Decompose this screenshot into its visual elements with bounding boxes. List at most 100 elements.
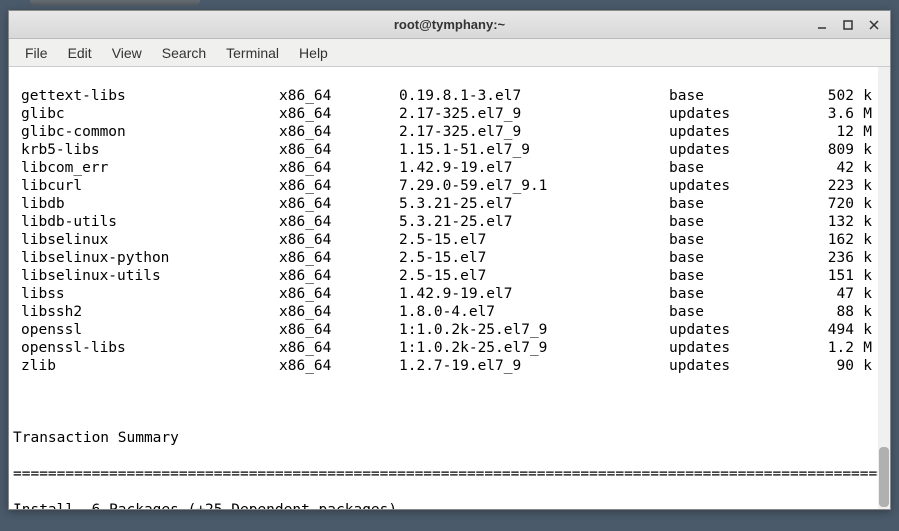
pkg-version: 5.3.21-25.el7 <box>399 213 669 231</box>
pkg-repo: base <box>669 231 804 249</box>
pkg-unit: M <box>854 105 872 123</box>
package-row: glibc-commonx86_642.17-325.el7_9updates1… <box>13 123 884 141</box>
pkg-unit: k <box>854 321 872 339</box>
package-row: openssl-libsx86_641:1.0.2k-25.el7_9updat… <box>13 339 884 357</box>
package-row: libdbx86_645.3.21-25.el7base720k <box>13 195 884 213</box>
pkg-version: 1.15.1-51.el7_9 <box>399 141 669 159</box>
pkg-repo: updates <box>669 105 804 123</box>
pkg-size: 132 <box>804 213 854 231</box>
pkg-size: 88 <box>804 303 854 321</box>
pkg-version: 5.3.21-25.el7 <box>399 195 669 213</box>
pkg-version: 2.17-325.el7_9 <box>399 123 669 141</box>
pkg-version: 1.8.0-4.el7 <box>399 303 669 321</box>
pkg-name: glibc <box>13 105 279 123</box>
scrollbar-thumb[interactable] <box>879 447 889 507</box>
pkg-version: 2.5-15.el7 <box>399 231 669 249</box>
package-row: libselinux-pythonx86_642.5-15.el7base236… <box>13 249 884 267</box>
package-row: libcurlx86_647.29.0-59.el7_9.1updates223… <box>13 177 884 195</box>
pkg-unit: k <box>854 267 872 285</box>
pkg-repo: updates <box>669 141 804 159</box>
pkg-version: 1.42.9-19.el7 <box>399 159 669 177</box>
pkg-unit: k <box>854 87 872 105</box>
pkg-name: openssl <box>13 321 279 339</box>
pkg-repo: base <box>669 87 804 105</box>
menu-terminal[interactable]: Terminal <box>216 41 289 65</box>
menu-help[interactable]: Help <box>289 41 338 65</box>
pkg-unit: k <box>854 303 872 321</box>
pkg-size: 42 <box>804 159 854 177</box>
pkg-arch: x86_64 <box>279 267 399 285</box>
pkg-unit: k <box>854 231 872 249</box>
pkg-unit: k <box>854 195 872 213</box>
pkg-size: 502 <box>804 87 854 105</box>
pkg-repo: base <box>669 249 804 267</box>
pkg-version: 1:1.0.2k-25.el7_9 <box>399 321 669 339</box>
close-icon <box>868 19 880 31</box>
pkg-name: libselinux <box>13 231 279 249</box>
pkg-arch: x86_64 <box>279 177 399 195</box>
pkg-arch: x86_64 <box>279 231 399 249</box>
pkg-arch: x86_64 <box>279 321 399 339</box>
pkg-size: 162 <box>804 231 854 249</box>
menu-file[interactable]: File <box>15 41 58 65</box>
pkg-name: libdb <box>13 195 279 213</box>
pkg-arch: x86_64 <box>279 303 399 321</box>
pkg-repo: updates <box>669 339 804 357</box>
pkg-unit: k <box>854 141 872 159</box>
menubar: File Edit View Search Terminal Help <box>9 39 890 67</box>
titlebar[interactable]: root@tymphany:~ <box>9 11 890 39</box>
pkg-name: gettext-libs <box>13 87 279 105</box>
pkg-size: 151 <box>804 267 854 285</box>
pkg-repo: updates <box>669 123 804 141</box>
pkg-arch: x86_64 <box>279 87 399 105</box>
pkg-version: 0.19.8.1-3.el7 <box>399 87 669 105</box>
pkg-unit: k <box>854 249 872 267</box>
package-row: zlibx86_641.2.7-19.el7_9updates90k <box>13 357 884 375</box>
package-row: gettext-libsx86_640.19.8.1-3.el7base502k <box>13 87 884 105</box>
scrollbar[interactable] <box>878 67 890 509</box>
pkg-name: libssh2 <box>13 303 279 321</box>
package-row: libdb-utilsx86_645.3.21-25.el7base132k <box>13 213 884 231</box>
pkg-arch: x86_64 <box>279 213 399 231</box>
pkg-unit: k <box>854 177 872 195</box>
pkg-arch: x86_64 <box>279 285 399 303</box>
pkg-repo: base <box>669 303 804 321</box>
pkg-version: 2.5-15.el7 <box>399 267 669 285</box>
summary-heading: Transaction Summary <box>13 429 884 447</box>
pkg-arch: x86_64 <box>279 123 399 141</box>
menu-view[interactable]: View <box>102 41 152 65</box>
package-row: libssh2x86_641.8.0-4.el7base88k <box>13 303 884 321</box>
window-controls <box>810 15 886 35</box>
pkg-name: libcom_err <box>13 159 279 177</box>
pkg-size: 90 <box>804 357 854 375</box>
pkg-size: 236 <box>804 249 854 267</box>
pkg-unit: k <box>854 213 872 231</box>
package-row: libselinux-utilsx86_642.5-15.el7base151k <box>13 267 884 285</box>
pkg-size: 1.2 <box>804 339 854 357</box>
background-artifact <box>30 0 200 6</box>
terminal-output[interactable]: gettext-libsx86_640.19.8.1-3.el7base502k… <box>9 67 890 509</box>
minimize-button[interactable] <box>810 15 834 35</box>
package-row: libselinuxx86_642.5-15.el7base162k <box>13 231 884 249</box>
pkg-unit: k <box>854 159 872 177</box>
menu-search[interactable]: Search <box>152 41 216 65</box>
window-title: root@tymphany:~ <box>394 17 505 32</box>
minimize-icon <box>816 19 828 31</box>
pkg-name: libselinux-utils <box>13 267 279 285</box>
close-button[interactable] <box>862 15 886 35</box>
pkg-unit: M <box>854 123 872 141</box>
pkg-name: glibc-common <box>13 123 279 141</box>
separator-line: ========================================… <box>13 465 884 483</box>
pkg-repo: base <box>669 267 804 285</box>
pkg-arch: x86_64 <box>279 357 399 375</box>
pkg-name: zlib <box>13 357 279 375</box>
pkg-name: libselinux-python <box>13 249 279 267</box>
pkg-arch: x86_64 <box>279 339 399 357</box>
pkg-size: 494 <box>804 321 854 339</box>
pkg-size: 3.6 <box>804 105 854 123</box>
pkg-size: 12 <box>804 123 854 141</box>
maximize-button[interactable] <box>836 15 860 35</box>
blank-line <box>13 393 884 411</box>
pkg-name: openssl-libs <box>13 339 279 357</box>
menu-edit[interactable]: Edit <box>58 41 102 65</box>
